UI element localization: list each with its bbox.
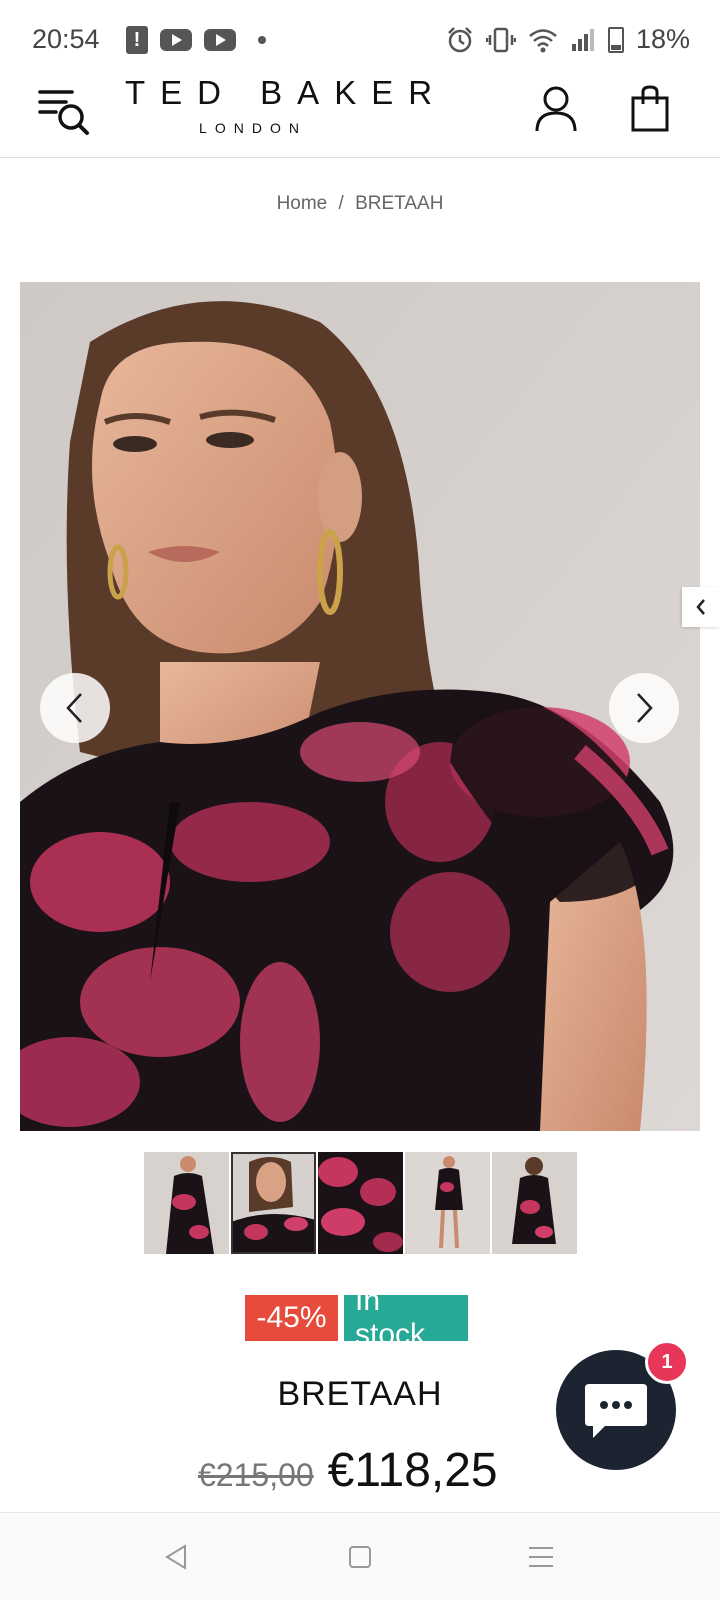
site-header: TED BAKER LONDON xyxy=(0,70,720,158)
battery-icon xyxy=(607,26,624,53)
thumbnail-photo xyxy=(405,1152,490,1254)
price-block: €215,00 €118,25 xyxy=(198,1443,498,1498)
status-bar: 20:54 ! 18% xyxy=(0,0,720,80)
brand-name: TED BAKER xyxy=(125,74,448,111)
thumbnail-photo xyxy=(492,1152,577,1254)
thumbnail-photo xyxy=(231,1152,316,1254)
youtube-icon xyxy=(204,29,236,51)
signal-icon xyxy=(571,28,594,51)
youtube-icon xyxy=(160,29,192,51)
discount-badge: -45% xyxy=(245,1295,338,1341)
thumbnail-image[interactable] xyxy=(144,1152,229,1254)
chat-unread-badge: 1 xyxy=(645,1340,689,1384)
vibrate-icon xyxy=(485,27,516,52)
menu-search-button[interactable] xyxy=(38,82,90,136)
sale-price: €118,25 xyxy=(327,1444,498,1497)
account-button[interactable] xyxy=(534,84,578,134)
alarm-icon xyxy=(448,26,472,52)
chevron-left-icon xyxy=(66,693,82,723)
original-price: €215,00 xyxy=(198,1457,314,1493)
stock-badge: In stock xyxy=(344,1284,468,1351)
chevron-left-icon xyxy=(696,599,705,615)
recents-button[interactable] xyxy=(527,1545,555,1574)
alert-icon: ! xyxy=(126,26,148,54)
thumbnail-image[interactable] xyxy=(405,1152,490,1254)
thumbnail-image-active[interactable] xyxy=(231,1152,316,1254)
wifi-icon xyxy=(529,28,557,52)
account-icon xyxy=(535,86,577,132)
breadcrumb-home-link[interactable]: Home xyxy=(277,193,328,214)
thumbnail-photo xyxy=(318,1152,403,1254)
product-photo xyxy=(20,282,700,1131)
side-panel-toggle[interactable] xyxy=(682,587,720,627)
product-main-image[interactable] xyxy=(20,282,700,1131)
home-button[interactable] xyxy=(348,1545,372,1574)
previous-image-button[interactable] xyxy=(40,673,110,743)
breadcrumb: Home / BRETAAH xyxy=(0,193,720,215)
brand-subtitle: LONDON xyxy=(199,120,307,136)
next-image-button[interactable] xyxy=(609,673,679,743)
chevron-right-icon xyxy=(637,693,653,723)
recents-menu-icon xyxy=(529,1547,553,1567)
system-icons: 18% xyxy=(446,24,690,55)
shopping-bag-button[interactable] xyxy=(630,84,670,132)
back-button[interactable] xyxy=(163,1543,191,1576)
chat-bubble-icon xyxy=(585,1384,647,1438)
breadcrumb-current: BRETAAH xyxy=(355,193,444,214)
shopping-bag-icon xyxy=(631,85,669,132)
thumbnail-image[interactable] xyxy=(492,1152,577,1254)
battery-level: 18% xyxy=(635,24,690,54)
product-badges: -45% In stock xyxy=(245,1284,468,1351)
brand-logo[interactable]: TED BAKER LONDON xyxy=(125,74,448,136)
notification-icons: ! xyxy=(126,26,266,54)
more-notifications-icon xyxy=(258,36,266,44)
breadcrumb-separator: / xyxy=(338,193,344,214)
menu-search-icon xyxy=(38,90,89,135)
thumbnail-image[interactable] xyxy=(318,1152,403,1254)
thumbnail-strip xyxy=(144,1152,577,1254)
system-navigation-bar xyxy=(0,1512,720,1600)
home-square-icon xyxy=(349,1546,371,1568)
back-triangle-icon xyxy=(165,1544,186,1570)
status-time: 20:54 xyxy=(32,24,100,54)
thumbnail-photo xyxy=(144,1152,229,1254)
